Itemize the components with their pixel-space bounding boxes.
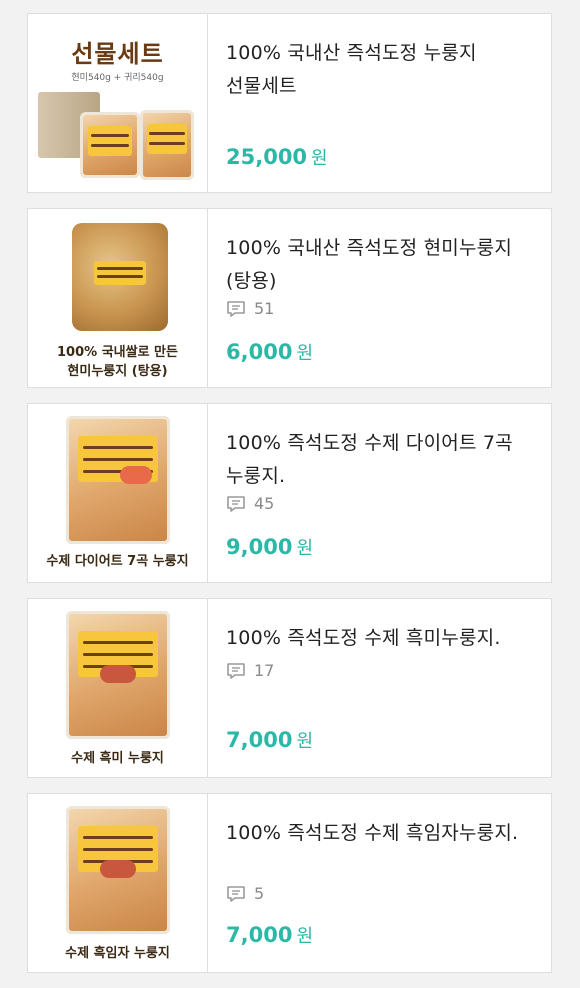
product-pack-image	[80, 112, 140, 178]
review-count-value: 51	[254, 299, 275, 318]
product-title[interactable]: 100% 국내산 즉석도정 현미누룽지(탕용)	[226, 232, 533, 298]
product-title[interactable]: 100% 즉석도정 수제 흑임자누룽지.	[226, 817, 533, 850]
thumbnail-caption: 100% 국내쌀로 만든 현미누룽지 (탕용)	[57, 345, 178, 379]
price-amount: 9,000	[226, 535, 293, 559]
product-info: 100% 즉석도정 수제 흑미누룽지. 17 7,000 원	[208, 599, 551, 777]
speech-bubble-icon	[226, 885, 246, 903]
product-title[interactable]: 100% 즉석도정 수제 다이어트 7곡 누룽지.	[226, 427, 533, 493]
product-bag-image	[72, 223, 168, 331]
product-card-black-sesame[interactable]: 수제 흑임자 누룽지 100% 즉석도정 수제 흑임자누룽지. 5 7,000 …	[27, 793, 552, 973]
product-card-gift-set[interactable]: 선물세트 현미540g + 귀리540g 100% 국내산 즉석도정 누룽지 선…	[27, 13, 552, 193]
review-count-value: 45	[254, 494, 275, 513]
product-title[interactable]: 100% 국내산 즉석도정 누룽지 선물세트	[226, 37, 533, 103]
review-count[interactable]: 45	[226, 494, 274, 513]
speech-bubble-icon	[226, 662, 246, 680]
review-count[interactable]: 51	[226, 299, 274, 318]
thumbnail-title: 선물세트	[71, 40, 164, 68]
price-unit: 원	[311, 148, 328, 169]
product-thumbnail[interactable]: 수제 흑미 누룽지	[28, 599, 208, 777]
review-count[interactable]: 5	[226, 884, 264, 903]
thumbnail-caption: 수제 다이어트 7곡 누룽지	[46, 554, 189, 569]
price-unit: 원	[296, 538, 313, 559]
product-info: 100% 즉석도정 수제 흑임자누룽지. 5 7,000 원	[208, 794, 551, 972]
price-unit: 원	[296, 731, 313, 752]
price-amount: 7,000	[226, 728, 293, 752]
product-pack-image	[140, 110, 194, 180]
product-price: 6,000 원	[226, 339, 313, 365]
product-card-black-rice[interactable]: 수제 흑미 누룽지 100% 즉석도정 수제 흑미누룽지. 17 7,000 원	[27, 598, 552, 778]
product-price: 9,000 원	[226, 534, 313, 560]
product-price: 25,000 원	[226, 144, 328, 170]
product-thumbnail[interactable]: 100% 국내쌀로 만든 현미누룽지 (탕용)	[28, 209, 208, 387]
price-unit: 원	[296, 926, 313, 947]
thumbnail-subtitle: 현미540g + 귀리540g	[71, 73, 164, 83]
product-thumbnail[interactable]: 선물세트 현미540g + 귀리540g	[28, 14, 208, 192]
product-list: 선물세트 현미540g + 귀리540g 100% 국내산 즉석도정 누룽지 선…	[27, 13, 552, 988]
price-amount: 25,000	[226, 145, 308, 169]
price-amount: 7,000	[226, 923, 293, 947]
product-card-brown-rice-tang[interactable]: 100% 국내쌀로 만든 현미누룽지 (탕용) 100% 국내산 즉석도정 현미…	[27, 208, 552, 388]
review-count[interactable]: 17	[226, 661, 274, 680]
product-pack-image	[66, 416, 170, 544]
review-count-value: 5	[254, 884, 265, 903]
price-amount: 6,000	[226, 340, 293, 364]
product-pack-image	[66, 806, 170, 934]
product-thumbnail[interactable]: 수제 흑임자 누룽지	[28, 794, 208, 972]
price-unit: 원	[296, 343, 313, 364]
product-info: 100% 즉석도정 수제 다이어트 7곡 누룽지. 45 9,000 원	[208, 404, 551, 582]
review-count-value: 17	[254, 661, 275, 680]
product-card-7-grain[interactable]: 수제 다이어트 7곡 누룽지 100% 즉석도정 수제 다이어트 7곡 누룽지.…	[27, 403, 552, 583]
product-price: 7,000 원	[226, 922, 313, 948]
thumbnail-caption: 수제 흑미 누룽지	[71, 751, 164, 766]
product-price: 7,000 원	[226, 727, 313, 753]
product-info: 100% 국내산 즉석도정 누룽지 선물세트 25,000 원	[208, 14, 551, 192]
thumbnail-caption: 수제 흑임자 누룽지	[65, 946, 170, 961]
speech-bubble-icon	[226, 300, 246, 318]
product-info: 100% 국내산 즉석도정 현미누룽지(탕용) 51 6,000 원	[208, 209, 551, 387]
product-title[interactable]: 100% 즉석도정 수제 흑미누룽지.	[226, 622, 533, 655]
product-pack-image	[66, 611, 170, 739]
product-thumbnail[interactable]: 수제 다이어트 7곡 누룽지	[28, 404, 208, 582]
speech-bubble-icon	[226, 495, 246, 513]
